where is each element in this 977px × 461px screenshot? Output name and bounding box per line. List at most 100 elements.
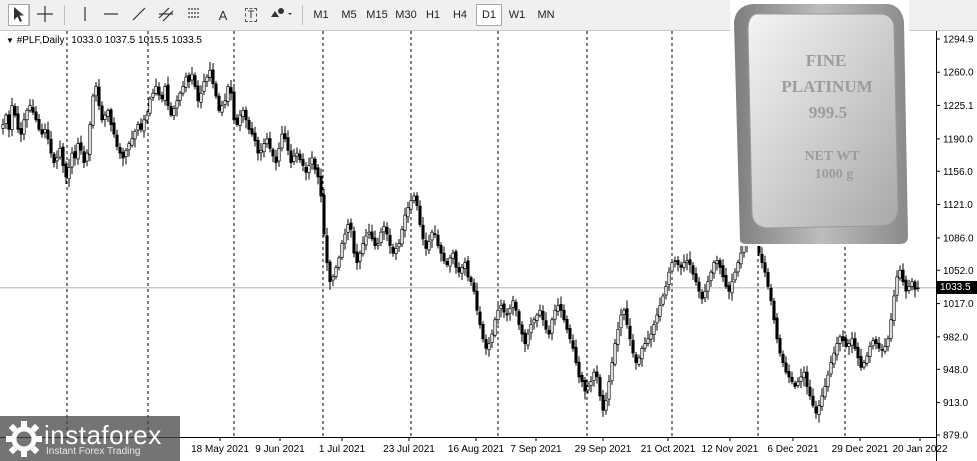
- vertical-line-tool-button[interactable]: [74, 4, 96, 26]
- candle: [388, 228, 392, 254]
- candle: [400, 225, 404, 248]
- candle: [724, 267, 728, 289]
- candle: [232, 83, 236, 123]
- candle-body: [412, 195, 416, 201]
- candle: [109, 107, 113, 132]
- candle: [817, 400, 821, 423]
- candle-body: [871, 340, 875, 347]
- timeframe-h1-button[interactable]: H1: [420, 4, 446, 26]
- candle-body: [634, 354, 638, 363]
- candle: [871, 337, 875, 350]
- text-tool-button[interactable]: A: [212, 4, 234, 26]
- candle-body: [475, 290, 479, 311]
- candle-body: [403, 214, 407, 231]
- horizontal-line-tool-button[interactable]: [100, 4, 122, 26]
- candle-body: [70, 152, 74, 168]
- candle: [313, 156, 317, 175]
- candle-body: [658, 305, 662, 317]
- instaforex-logo: instaforex Instant Forex Trading: [0, 416, 180, 461]
- timeframe-m15-button[interactable]: M15: [362, 4, 392, 26]
- candle-body: [664, 286, 668, 296]
- crosshair-tool-button[interactable]: [34, 4, 56, 26]
- candle-body: [484, 338, 488, 349]
- candle: [34, 106, 38, 123]
- candle-body: [415, 195, 419, 206]
- candle: [595, 365, 599, 384]
- candle: [559, 296, 563, 318]
- candle-body: [16, 113, 20, 130]
- candle-body: [814, 406, 818, 414]
- timeframe-m30-button[interactable]: M30: [392, 4, 420, 26]
- candle-body: [838, 336, 842, 344]
- svg-text:999.5: 999.5: [809, 103, 847, 122]
- candle: [700, 289, 704, 304]
- candle-body: [508, 308, 512, 314]
- candle: [466, 256, 470, 282]
- candle-body: [307, 165, 311, 174]
- candle-body: [301, 159, 305, 166]
- x-axis-ticks: 18 May 2021 9 Jun 2021 1 Jul 2021 23 Jul 20…: [191, 437, 948, 455]
- candle: [523, 329, 527, 352]
- candle-body: [868, 346, 872, 358]
- candle: [31, 99, 35, 115]
- candle: [346, 219, 350, 241]
- candle: [79, 135, 83, 155]
- timeframe-mn-button[interactable]: MN: [532, 4, 560, 26]
- collapse-arrow-icon[interactable]: ▼: [6, 36, 14, 45]
- candle-body: [274, 156, 278, 164]
- candle: [760, 247, 764, 269]
- x-tick-label: 9 Jun 2021: [255, 444, 305, 455]
- text-label-tool-button[interactable]: T: [240, 4, 262, 26]
- timeframe-m5-button[interactable]: M5: [336, 4, 362, 26]
- candle: [112, 117, 116, 138]
- candle-body: [565, 318, 569, 330]
- candle-body: [847, 343, 851, 347]
- candle: [652, 320, 656, 343]
- candle-body: [436, 234, 440, 246]
- channel-tool-button[interactable]: [155, 4, 177, 26]
- shapes-icon: [269, 5, 295, 26]
- candle-body: [175, 100, 179, 109]
- candle: [505, 308, 509, 322]
- timeframe-w1-button[interactable]: W1: [504, 4, 530, 26]
- fibonacci-tool-button[interactable]: [184, 4, 206, 26]
- chart-header: ▼ #PLF,Daily 1033.0 1037.5 1015.5 1033.5: [6, 35, 202, 46]
- candle-body: [7, 114, 11, 130]
- candle-body: [688, 259, 692, 265]
- candle: [13, 103, 17, 118]
- candle: [613, 338, 617, 367]
- candle-body: [592, 371, 596, 381]
- timeframe-d1-button[interactable]: D1: [476, 4, 502, 26]
- candle: [568, 324, 572, 344]
- candle-body: [514, 301, 518, 311]
- candle-body: [148, 98, 152, 114]
- candle-body: [247, 119, 251, 130]
- candle: [499, 299, 503, 318]
- candle-body: [451, 252, 455, 259]
- current-price-tag: 1033.5: [936, 281, 977, 295]
- trendline-tool-button[interactable]: [128, 4, 150, 26]
- candle-body: [178, 92, 182, 101]
- candle: [709, 269, 713, 287]
- candle-body: [460, 267, 464, 274]
- candle: [508, 304, 512, 321]
- cursor-tool-button[interactable]: [8, 4, 30, 26]
- shapes-tool-button[interactable]: [268, 4, 296, 26]
- candle-body: [154, 86, 158, 94]
- candle-body: [388, 234, 392, 246]
- candle-body: [424, 240, 428, 249]
- candle-body: [496, 309, 500, 321]
- candle-body: [76, 143, 80, 160]
- fibonacci-icon: [186, 5, 204, 26]
- timeframe-h4-button[interactable]: H4: [446, 4, 474, 26]
- candle: [358, 250, 362, 270]
- x-tick-label: 18 May 2021: [191, 444, 249, 455]
- candle: [133, 128, 137, 148]
- candle: [622, 307, 626, 321]
- candle-body: [544, 320, 548, 330]
- candle-body: [85, 152, 89, 162]
- y-tick-label: 1086.0: [943, 233, 974, 244]
- candle: [853, 332, 857, 352]
- timeframe-m1-button[interactable]: M1: [308, 4, 334, 26]
- candle: [766, 268, 770, 290]
